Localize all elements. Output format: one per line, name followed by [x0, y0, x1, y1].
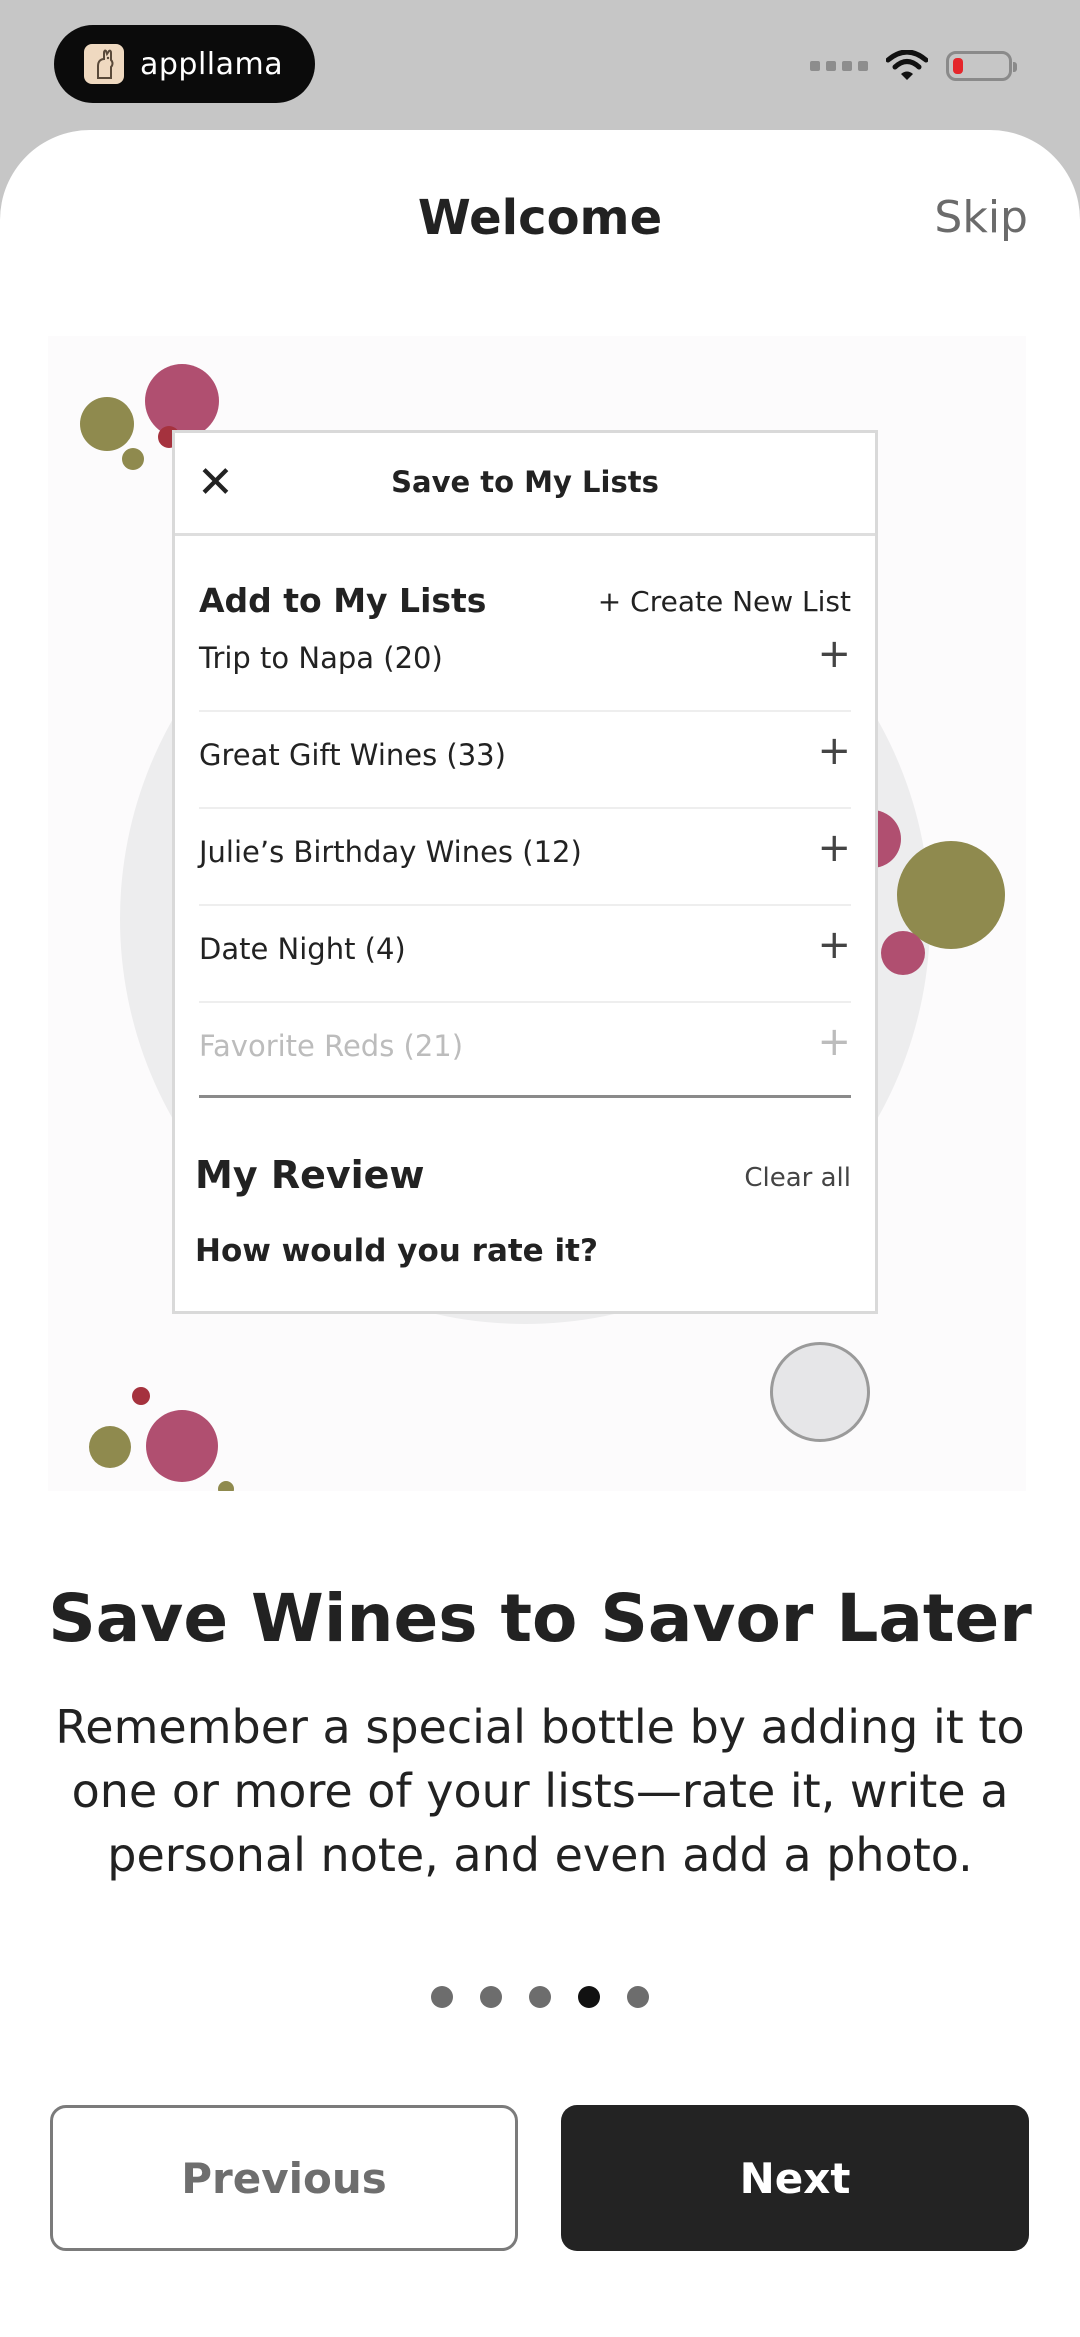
page-title: Welcome	[417, 190, 663, 246]
page-dot[interactable]	[627, 1986, 649, 2008]
next-button[interactable]: Next	[561, 2105, 1029, 2251]
skip-button[interactable]: Skip	[934, 192, 1028, 243]
mockup-rate-prompt: How would you rate it?	[195, 1233, 598, 1269]
list-item: Favorite Reds (21) +	[199, 1001, 851, 1081]
feature-headline: Save Wines to Savor Later	[48, 1580, 1032, 1657]
page-dot[interactable]	[431, 1986, 453, 2008]
decorative-dot	[881, 931, 925, 975]
decorative-dot	[122, 448, 144, 470]
page-dot[interactable]	[480, 1986, 502, 2008]
battery-icon	[946, 51, 1017, 81]
feature-description: Remember a special bottle by adding it t…	[55, 1700, 1025, 1882]
list-item: Date Night (4) +	[199, 904, 851, 1003]
decorative-dot	[132, 1387, 150, 1405]
list-item-label: Great Gift Wines (33)	[199, 738, 506, 772]
list-item-label: Trip to Napa (20)	[199, 641, 443, 675]
list-item-label: Date Night (4)	[199, 932, 406, 966]
mockup-title: Save to My Lists	[391, 465, 659, 499]
list-item-label: Julie’s Birthday Wines (12)	[199, 835, 582, 869]
onboarding-sheet: Welcome Skip ✕ Save to My Lists Add to M…	[0, 130, 1080, 2337]
list-item: Great Gift Wines (33) +	[199, 710, 851, 809]
mockup-header: ✕ Save to My Lists	[175, 433, 875, 536]
plus-icon: +	[817, 1019, 851, 1065]
brand-name: appllama	[140, 46, 284, 82]
status-icons	[810, 50, 1017, 82]
list-item: Julie’s Birthday Wines (12) +	[199, 807, 851, 906]
page-indicator	[0, 1986, 1080, 2008]
save-to-lists-mockup: ✕ Save to My Lists Add to My Lists + Cre…	[172, 430, 878, 1314]
brand-badge: appllama	[54, 25, 315, 103]
plus-icon: +	[817, 922, 851, 968]
plus-icon: +	[817, 728, 851, 774]
decorative-dot	[218, 1481, 234, 1491]
previous-button[interactable]: Previous	[50, 2105, 518, 2251]
signal-icon	[810, 61, 868, 71]
page-dot[interactable]	[529, 1986, 551, 2008]
decorative-dot	[145, 364, 219, 438]
mockup-camera-button	[770, 1342, 870, 1442]
wifi-icon	[886, 50, 928, 80]
mockup-divider	[199, 1095, 851, 1098]
decorative-dot	[80, 397, 134, 451]
plus-icon: +	[817, 631, 851, 677]
mockup-clear-all: Clear all	[744, 1163, 851, 1193]
decorative-dot	[146, 1410, 218, 1482]
feature-illustration: ✕ Save to My Lists Add to My Lists + Cre…	[48, 336, 1026, 1491]
list-item: Trip to Napa (20) +	[199, 613, 851, 712]
list-item-label: Favorite Reds (21)	[199, 1029, 464, 1063]
plus-icon: +	[817, 825, 851, 871]
llama-logo-icon	[84, 44, 124, 84]
page-dot-active[interactable]	[578, 1986, 600, 2008]
decorative-dot	[89, 1426, 131, 1468]
mockup-review-heading: My Review	[195, 1153, 425, 1197]
